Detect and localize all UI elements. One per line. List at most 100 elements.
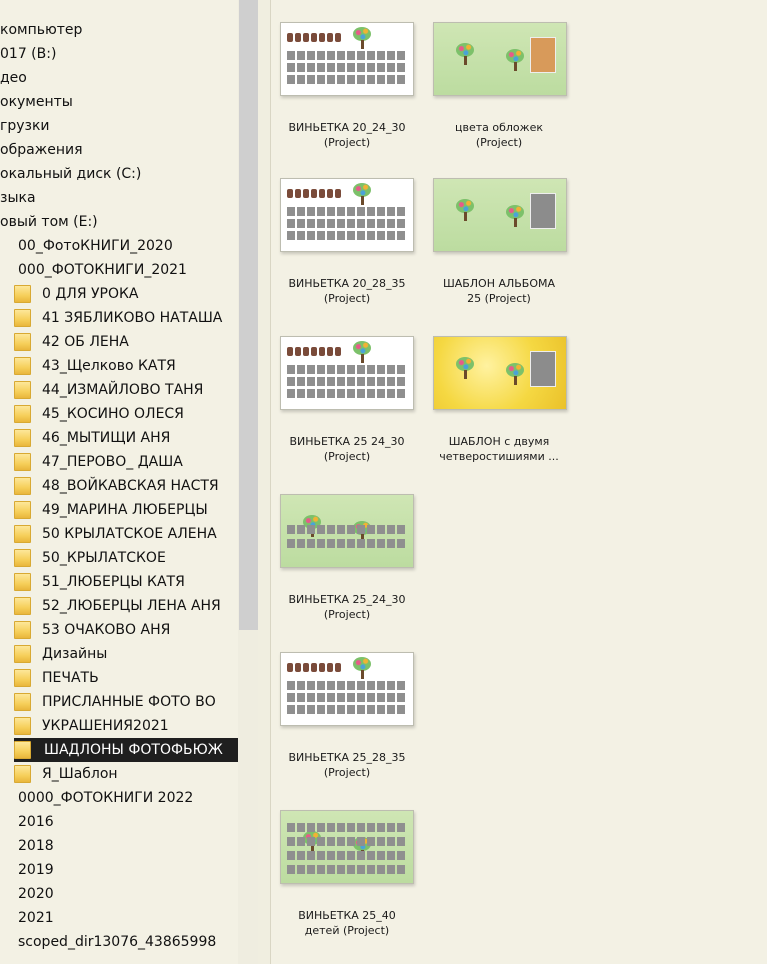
tree-item[interactable]: 47_ПЕРОВО_ ДАША [0,450,238,474]
tree-item[interactable]: 46_МЫТИЩИ АНЯ [0,426,238,450]
tree-item[interactable]: ПЕЧАТЬ [0,666,238,690]
tree-item[interactable]: 41 ЗЯБЛИКОВО НАТАША [0,306,238,330]
tree-item-label: 43_Щелково КАТЯ [42,358,176,374]
tree-item[interactable]: ображения [0,138,238,162]
tree-item-label: 47_ПЕРОВО_ ДАША [42,454,183,470]
tree-item[interactable]: компьютер [0,18,238,42]
tree-item[interactable]: грузки [0,114,238,138]
file-name-label: ШАБЛОН АЛЬБОМА 25 (Project) [419,276,579,306]
file-thumbnail[interactable] [280,494,414,568]
tree-item[interactable]: ПРИСЛАННЫЕ ФОТО ВО [0,690,238,714]
tree-item-label: УКРАШЕНИЯ2021 [42,718,169,734]
portrait-strip [287,33,341,42]
file-thumbnail[interactable] [280,336,414,410]
tree-item[interactable]: 017 (B:) [0,42,238,66]
tree-item-label: окальный диск (C:) [0,166,142,182]
tree-item[interactable]: 2019 [0,858,238,882]
tree-item[interactable]: 50_КРЫЛАТСКОЕ [0,546,238,570]
file-thumbnail[interactable] [433,178,567,252]
file-thumbnail[interactable] [280,810,414,884]
file-name-line1: ВИНЬЕТКА 25 24_30 [289,435,405,448]
tree-item-label: 49_МАРИНА ЛЮБЕРЦЫ [42,502,208,518]
tree-item[interactable]: 0 ДЛЯ УРОКА [0,282,238,306]
tree-item[interactable]: 00_ФотоКНИГИ_2020 [0,234,238,258]
photo-grid-row [287,865,405,874]
file-name-line2: (Project) [323,292,371,305]
tree-item-label: 41 ЗЯБЛИКОВО НАТАША [42,310,223,326]
folder-icon [14,645,31,663]
file-thumbnail[interactable] [433,336,567,410]
tree-item[interactable]: 43_Щелково КАТЯ [0,354,238,378]
photo-grid-row [287,851,405,860]
tree-item[interactable]: 42 ОБ ЛЕНА [0,330,238,354]
tree-item[interactable]: scoped_dir13076_43865998 [0,930,238,954]
folder-icon [14,621,31,639]
folder-icon [14,309,31,327]
tree-scrollbar-thumb[interactable] [239,0,258,630]
tree-item-label: део [0,70,27,86]
tree-item[interactable]: 48_ВОЙКАВСКАЯ НАСТЯ [0,474,238,498]
tree-item-label: 0 ДЛЯ УРОКА [42,286,139,302]
folder-icon [14,525,31,543]
tree-item[interactable]: 44_ИЗМАЙЛОВО ТАНЯ [0,378,238,402]
tree-item[interactable]: ШАДЛОНЫ ФОТОФЬЮЖ [14,738,238,762]
tree-item[interactable]: 000_ФОТОКНИГИ_2021 [0,258,238,282]
tree-item[interactable]: 45_КОСИНО ОЛЕСЯ [0,402,238,426]
file-thumbnail[interactable] [280,178,414,252]
file-name-label: цвета обложек (Project) [419,120,579,150]
tree-item[interactable]: овый том (E:) [0,210,238,234]
tree-item-label: ПРИСЛАННЫЕ ФОТО ВО [42,694,216,710]
file-name-line2: (Project) [323,450,371,463]
tree-item[interactable]: 52_ЛЮБЕРЦЫ ЛЕНА АНЯ [0,594,238,618]
tree-item-label: 017 (B:) [0,46,57,62]
tree-item[interactable]: део [0,66,238,90]
tree-item[interactable]: 2020 [0,882,238,906]
tree-item-label: 52_ЛЮБЕРЦЫ ЛЕНА АНЯ [42,598,221,614]
photo-placeholder [530,351,556,387]
tree-item[interactable]: 51_ЛЮБЕРЦЫ КАТЯ [0,570,238,594]
tree-item[interactable]: Я_Шаблон [0,762,238,786]
file-name-label: ВИНЬЕТКА 25_24_30 (Project) [267,592,427,622]
tree-item[interactable]: окументы [0,90,238,114]
file-name-label: ВИНЬЕТКА 25_28_35 (Project) [267,750,427,780]
tree-item-label: 2016 [18,814,54,830]
tree-item[interactable]: 0000_ФОТОКНИГИ 2022 [0,786,238,810]
tree-item[interactable]: 53 ОЧАКОВО АНЯ [0,618,238,642]
folder-icon [14,357,31,375]
photo-grid-row [287,219,405,228]
tree-logo-icon [456,357,474,379]
file-name-line1: ВИНЬЕТКА 20_28_35 [288,277,406,290]
tree-item-label: scoped_dir13076_43865998 [18,934,217,950]
tree-item[interactable]: зыка [0,186,238,210]
tree-logo-icon [506,205,524,227]
folder-icon [14,717,31,735]
file-name-label: ВИНЬЕТКА 25_40 детей (Project) [267,908,427,938]
file-name-line2: (Project) [323,766,371,779]
file-name-line1: ВИНЬЕТКА 20_24_30 [288,121,406,134]
file-thumbnail[interactable] [280,22,414,96]
folder-icon [14,405,31,423]
tree-item-label: 2021 [18,910,54,926]
folder-icon [14,453,31,471]
tree-item[interactable]: 2021 [0,906,238,930]
tree-item[interactable]: Дизайны [0,642,238,666]
file-name-line2: (Project) [475,136,523,149]
tree-item[interactable]: 49_МАРИНА ЛЮБЕРЦЫ [0,498,238,522]
photo-grid-row [287,705,405,714]
tree-item[interactable]: окальный диск (C:) [0,162,238,186]
tree-item[interactable]: УКРАШЕНИЯ2021 [0,714,238,738]
tree-item-label: ШАДЛОНЫ ФОТОФЬЮЖ [44,742,223,758]
tree-item[interactable]: 50 КРЫЛАТСКОЕ АЛЕНА [0,522,238,546]
tree-item[interactable]: 2016 [0,810,238,834]
file-name-line1: ШАБЛОН с двумя [448,435,550,448]
tree-logo-icon [506,49,524,71]
tree-item-label: 50 КРЫЛАТСКОЕ АЛЕНА [42,526,217,542]
tree-item-label: зыка [0,190,36,206]
file-thumbnail[interactable] [280,652,414,726]
tree-item[interactable]: 2018 [0,834,238,858]
photo-grid-row [287,525,405,534]
folder-icon [14,693,31,711]
folder-tree: компьютер 017 (B:) део окументы грузки ображе… [0,0,238,964]
file-thumbnail[interactable] [433,22,567,96]
photo-grid-row [287,207,405,216]
